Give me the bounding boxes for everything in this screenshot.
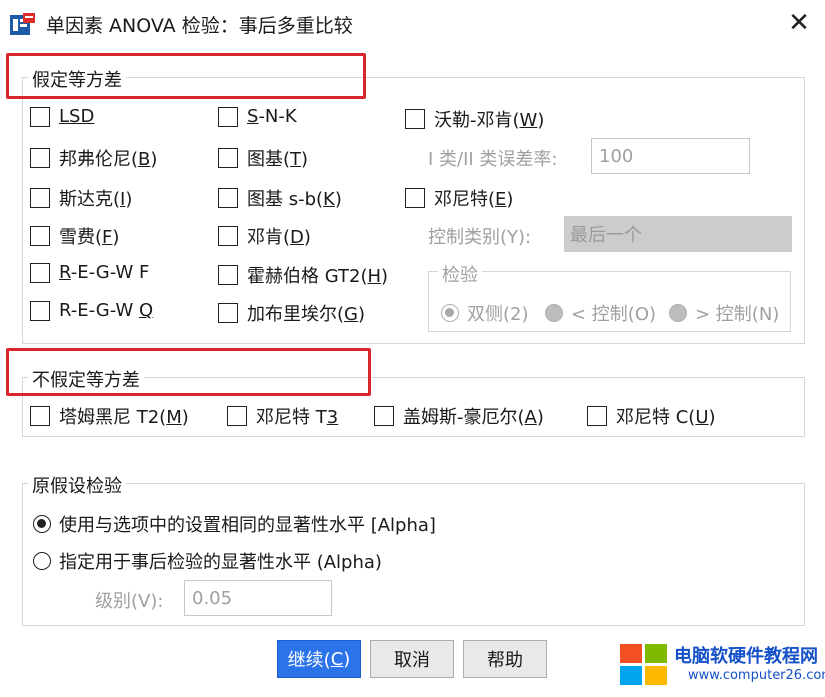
tukey-sb-checkbox[interactable]: 图基 s-b(K)	[218, 185, 342, 211]
bonferroni-checkbox[interactable]: 邦弗伦尼(B)	[30, 145, 157, 171]
checkbox-label: 斯达克(I)	[59, 189, 133, 210]
specify-alpha-radio[interactable]: 指定用于事后检验的显著性水平 (Alpha)	[33, 548, 382, 574]
close-icon[interactable]: ✕	[782, 8, 816, 40]
radio-dot	[545, 304, 563, 322]
continue-button[interactable]: 继续(C)	[277, 640, 361, 678]
null-hypothesis-legend: 原假设检验	[28, 472, 126, 498]
equal-variance-legend: 假定等方差	[28, 66, 126, 92]
regwf-checkbox[interactable]: R-E-G-W F	[30, 262, 149, 283]
checkbox-label: 邓肯(D)	[247, 227, 311, 248]
checkbox-label: S-N-K	[247, 106, 297, 127]
two-sided-radio[interactable]: 双侧(2)	[441, 300, 529, 326]
checkbox-label: 霍赫伯格 GT2(H)	[247, 266, 389, 287]
radio-dot	[441, 304, 459, 322]
checkbox-label: 塔姆黑尼 T2(M)	[59, 407, 189, 428]
greater-than-control-radio[interactable]: > 控制(N)	[669, 300, 779, 326]
checkbox-box	[218, 148, 238, 168]
radio-dot	[669, 304, 687, 322]
checkbox-box	[30, 262, 50, 283]
checkbox-box	[30, 300, 50, 321]
waller-duncan-checkbox[interactable]: 沃勒-邓肯(W)	[405, 106, 544, 132]
watermark-text: 电脑软硬件教程网	[674, 646, 818, 667]
checkbox-box	[30, 406, 50, 426]
checkbox-box	[30, 106, 50, 127]
checkbox-box	[30, 148, 50, 168]
checkbox-label: 沃勒-邓肯(W)	[434, 110, 545, 131]
checkbox-box	[587, 406, 607, 426]
checkbox-box	[218, 106, 238, 127]
title-bar: 单因素 ANOVA 检验：事后多重比较 ✕	[0, 0, 825, 48]
checkbox-box	[405, 188, 425, 208]
checkbox-box	[30, 226, 50, 246]
cancel-button[interactable]: 取消	[370, 640, 454, 678]
checkbox-label: LSD	[59, 106, 95, 127]
level-input[interactable]: 0.05	[184, 580, 332, 616]
dunnett-c-checkbox[interactable]: 邓尼特 C(U)	[587, 403, 716, 429]
snk-checkbox[interactable]: S-N-K	[218, 106, 297, 127]
checkbox-label: 邓尼特 C(U)	[616, 407, 716, 428]
checkbox-label: R-E-G-W F	[59, 262, 150, 283]
radio-dot	[33, 515, 51, 533]
windows-logo-icon	[620, 644, 667, 685]
watermark: 电脑软硬件教程网 www.computer26.com	[618, 636, 825, 694]
radio-label: 指定用于事后检验的显著性水平 (Alpha)	[59, 552, 382, 573]
checkbox-label: 邓尼特 T3	[256, 407, 339, 428]
error-ratio-input[interactable]: 100	[591, 138, 750, 174]
hochberg-gt2-checkbox[interactable]: 霍赫伯格 GT2(H)	[218, 262, 388, 288]
dunnett-checkbox[interactable]: 邓尼特(E)	[405, 185, 513, 211]
checkbox-box	[218, 226, 238, 246]
control-category-label: 控制类别(Y):	[428, 227, 532, 248]
gabriel-checkbox[interactable]: 加布里埃尔(G)	[218, 300, 365, 326]
checkbox-label: 雪费(F)	[59, 227, 120, 248]
checkbox-label: R-E-G-W Q	[59, 300, 154, 321]
scheffe-checkbox[interactable]: 雪费(F)	[30, 223, 119, 249]
app-icon	[10, 13, 35, 35]
checkbox-label: 加布里埃尔(G)	[247, 304, 366, 325]
checkbox-box	[374, 406, 394, 426]
lsd-checkbox[interactable]: LSD	[30, 106, 94, 127]
checkbox-box	[30, 188, 50, 208]
duncan-checkbox[interactable]: 邓肯(D)	[218, 223, 311, 249]
post-hoc-dialog: 单因素 ANOVA 检验：事后多重比较 ✕ 假定等方差 LSD 邦弗伦尼(B) …	[0, 0, 825, 697]
regwq-checkbox[interactable]: R-E-G-W Q	[30, 300, 153, 321]
watermark-url: www.computer26.com	[688, 668, 825, 683]
tukey-checkbox[interactable]: 图基(T)	[218, 145, 308, 171]
checkbox-label: 图基 s-b(K)	[247, 189, 342, 210]
error-ratio-label: I 类/II 类误差率:	[428, 149, 558, 170]
dunnett-t3-checkbox[interactable]: 邓尼特 T3	[227, 403, 338, 429]
checkbox-box	[218, 265, 238, 285]
sidak-checkbox[interactable]: 斯达克(I)	[30, 185, 132, 211]
unequal-variance-legend: 不假定等方差	[28, 366, 144, 392]
checkbox-box	[218, 188, 238, 208]
checkbox-label: 图基(T)	[247, 149, 309, 170]
checkbox-box	[227, 406, 247, 426]
games-howell-checkbox[interactable]: 盖姆斯-豪厄尔(A)	[374, 403, 544, 429]
control-category-select[interactable]: 最后一个	[564, 216, 792, 252]
less-than-control-radio[interactable]: < 控制(O)	[545, 300, 656, 326]
checkbox-label: 邓尼特(E)	[434, 189, 514, 210]
checkbox-label: 邦弗伦尼(B)	[59, 149, 158, 170]
test-legend: 检验	[438, 261, 482, 287]
window-title: 单因素 ANOVA 检验：事后多重比较	[46, 15, 353, 37]
help-button[interactable]: 帮助	[463, 640, 547, 678]
checkbox-box	[218, 303, 238, 323]
tamhane-t2-checkbox[interactable]: 塔姆黑尼 T2(M)	[30, 403, 189, 429]
level-label: 级别(V):	[95, 591, 164, 612]
same-alpha-radio[interactable]: 使用与选项中的设置相同的显著性水平 [Alpha]	[33, 511, 436, 537]
checkbox-box	[405, 109, 425, 129]
radio-label: 使用与选项中的设置相同的显著性水平 [Alpha]	[59, 515, 436, 536]
checkbox-label: 盖姆斯-豪厄尔(A)	[403, 407, 544, 428]
radio-dot	[33, 552, 51, 570]
